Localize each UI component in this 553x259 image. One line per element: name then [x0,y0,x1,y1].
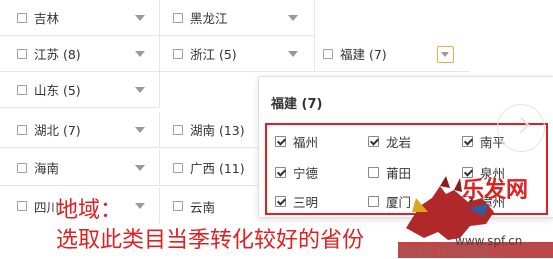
checkbox[interactable] [17,162,27,173]
province-cell-hubei[interactable]: 湖北 (7) [0,112,160,148]
logo-text: 乐发网 [462,177,529,203]
chevron-down-icon[interactable] [135,203,145,209]
checkbox[interactable] [462,136,473,147]
city-label: 福州 [293,135,319,150]
province-label: 黑龙江 [190,11,228,26]
city-label: 三明 [293,195,319,210]
chevron-down-icon[interactable] [135,51,145,57]
checkbox[interactable] [17,12,27,23]
checkbox[interactable] [275,136,286,147]
checkbox[interactable] [17,84,27,95]
checkbox[interactable] [368,196,379,207]
checkbox[interactable] [173,124,183,135]
province-label: 湖北 (7) [34,123,81,138]
checkbox[interactable] [275,196,286,207]
chevron-down-icon [441,52,449,57]
city-item-sanming[interactable]: 三明 [275,192,318,211]
city-item-ningde[interactable]: 宁德 [275,163,318,182]
checkbox[interactable] [17,124,27,135]
chevron-down-icon[interactable] [135,15,145,21]
province-cell-jiangsu[interactable]: 江苏 (8) [0,36,160,72]
province-label: 广西 (11) [190,161,245,176]
watermark-url: www.spf.cn [455,234,523,248]
checkbox[interactable] [173,162,183,173]
province-cell-zhejiang[interactable]: 浙江 (5) [160,36,315,72]
city-item-fuzhou[interactable]: 福州 [275,132,318,151]
checkbox[interactable] [323,48,333,59]
dropdown-toggle-active[interactable] [437,46,454,63]
checkbox[interactable] [275,167,286,178]
province-cell-hunan[interactable]: 湖南 (13) [160,112,258,148]
province-cell-hainan[interactable]: 海南 [0,150,160,186]
province-label: 福建 (7) [340,47,387,62]
province-label: 湖南 (13) [190,123,245,138]
province-cell-jilin[interactable]: 吉林 [0,0,160,36]
chevron-down-icon[interactable] [135,165,145,171]
annotation-title: 地域： [56,198,123,223]
checkbox[interactable] [173,12,183,23]
checkbox[interactable] [368,136,379,147]
checkbox[interactable] [17,48,27,59]
city-label: 龙岩 [386,135,412,150]
province-cell-shandong[interactable]: 山东 (5) [0,72,160,108]
chevron-down-icon[interactable] [288,15,298,21]
province-cell-fujian[interactable]: 福建 (7) [315,36,470,72]
province-label: 江苏 (8) [34,47,81,62]
province-label: 吉林 [34,11,60,26]
chevron-down-icon[interactable] [135,87,145,93]
checkbox[interactable] [173,201,183,211]
next-arrow-icon [497,104,545,152]
checkbox[interactable] [173,48,183,59]
province-cell-yunnan[interactable]: 云南 [160,188,258,224]
province-label: 山东 (5) [34,83,81,98]
annotation-subtitle: 选取此类目当季转化较好的省份 [56,228,365,253]
checkbox[interactable] [368,167,379,178]
province-label: 海南 [34,161,60,176]
province-label: 浙江 (5) [190,47,237,62]
city-item-longyan[interactable]: 龙岩 [368,132,411,151]
province-cell-guangxi[interactable]: 广西 (11) [160,150,258,186]
city-label: 宁德 [293,166,319,181]
panel-title: 福建 (7) [271,97,323,112]
chevron-down-icon[interactable] [288,51,298,57]
province-label: 云南 [190,199,216,215]
chevron-down-icon[interactable] [135,127,145,133]
checkbox[interactable] [17,201,27,211]
province-cell-heilongjiang[interactable]: 黑龙江 [160,0,315,36]
